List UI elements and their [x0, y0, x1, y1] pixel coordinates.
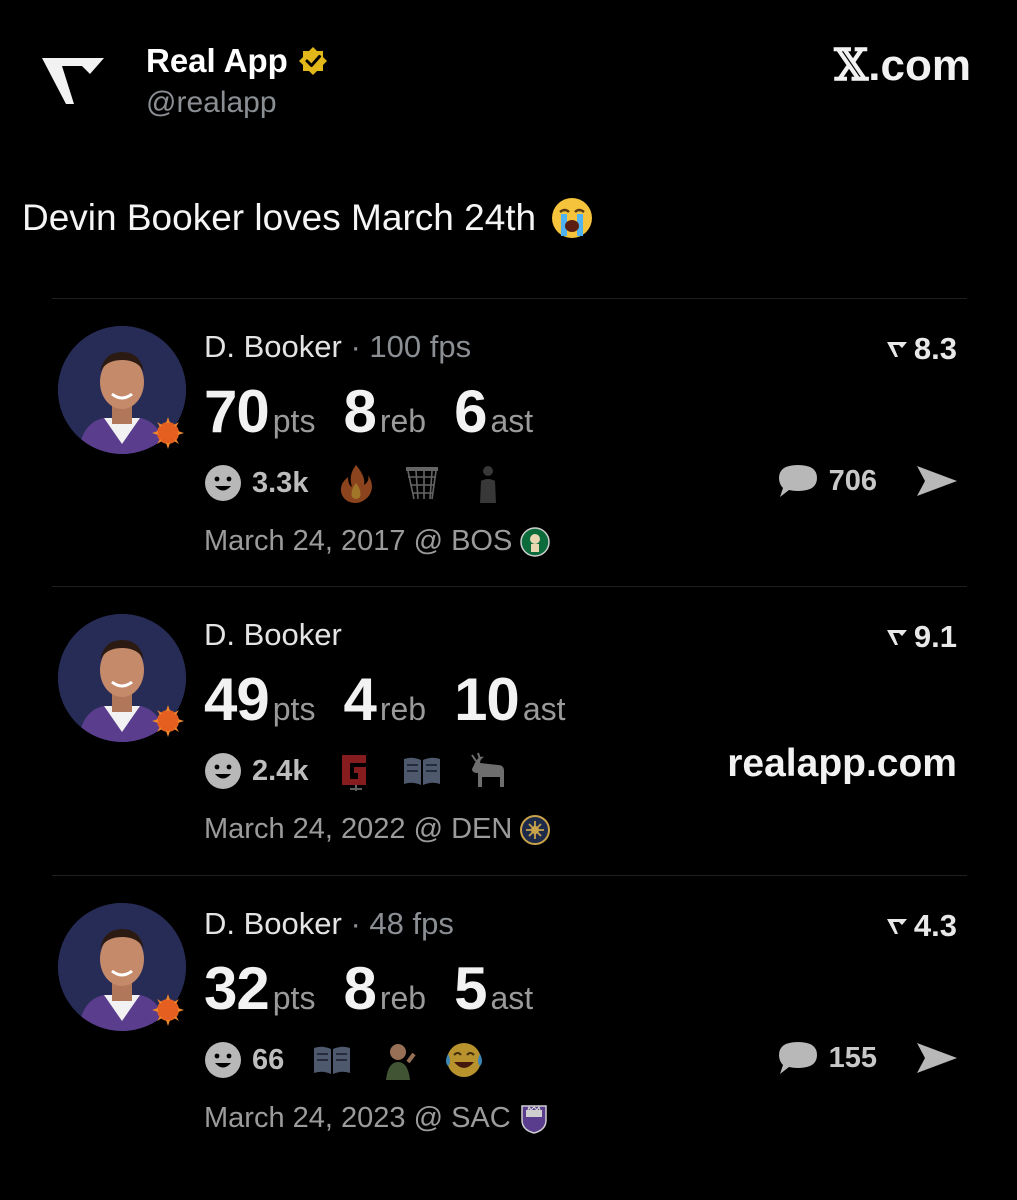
assists-label: ast	[490, 403, 534, 439]
player-line: D. Booker	[204, 617, 342, 653]
realapp-link[interactable]: realapp.com	[727, 742, 957, 786]
rating-badge: 4.3	[886, 908, 957, 944]
game-date-line: March 24, 2017 @ BOS	[204, 525, 551, 558]
comment-bubble-icon[interactable]	[777, 1040, 819, 1076]
reactions-row[interactable]: 66	[204, 1040, 510, 1080]
fps-count: 48 fps	[369, 906, 454, 941]
comments-row[interactable]: 706	[777, 463, 959, 499]
real-logo-small-icon	[886, 919, 907, 934]
player-name[interactable]: D. Booker	[204, 906, 342, 941]
tweet-text: Devin Booker loves March 24th	[22, 196, 594, 240]
reactions-row[interactable]: 2.4k	[204, 751, 534, 791]
game-card-2022[interactable]: D. Booker 9.1 49 pts 4 reb 10 ast 2.4k real…	[52, 586, 967, 873]
reaction-count: 3.3k	[252, 466, 309, 499]
smiley-reaction-icon[interactable]	[204, 464, 242, 502]
reaction-count: 66	[252, 1043, 285, 1076]
book-icon[interactable]	[402, 751, 442, 791]
suns-badge-icon	[152, 417, 184, 449]
player-name[interactable]: D. Booker	[204, 617, 342, 652]
goat-icon[interactable]	[468, 751, 508, 791]
x-com-text: .com	[868, 40, 971, 90]
suns-badge-icon	[152, 994, 184, 1026]
separator: ·	[341, 906, 370, 941]
points-value: 70	[204, 378, 270, 445]
comment-count: 706	[828, 464, 877, 497]
rebounds-value: 8	[343, 378, 376, 445]
rating-value: 4.3	[913, 908, 957, 943]
celtics-logo-icon	[520, 526, 551, 557]
tears-of-joy-icon[interactable]	[444, 1040, 484, 1080]
separator: ·	[341, 329, 370, 364]
smiley-reaction-icon[interactable]	[204, 752, 242, 790]
person-icon[interactable]	[468, 463, 508, 503]
assists-label: ast	[522, 691, 566, 727]
rebounds-label: reb	[379, 691, 427, 727]
real-logo-small-icon	[886, 630, 907, 645]
tweet-text-body: Devin Booker loves March 24th	[22, 197, 537, 238]
book-icon[interactable]	[312, 1040, 352, 1080]
fps-count: 100 fps	[369, 329, 472, 364]
points-label: pts	[272, 691, 316, 727]
comment-count: 155	[828, 1041, 877, 1074]
nuggets-logo-icon	[520, 814, 551, 845]
points-value: 32	[204, 955, 270, 1022]
rebounds-value: 4	[343, 666, 376, 733]
real-logo-small-icon	[886, 342, 907, 357]
points-label: pts	[272, 980, 316, 1016]
rating-badge: 9.1	[886, 619, 957, 655]
x-logo: 𝕏	[834, 40, 869, 91]
reactions-row[interactable]: 3.3k	[204, 463, 534, 503]
rebounds-label: reb	[379, 403, 427, 439]
rebounds-value: 8	[343, 955, 376, 1022]
game-date: March 24, 2022 @ DEN	[204, 813, 513, 845]
reaction-count: 2.4k	[252, 754, 309, 787]
game-card-2017[interactable]: D. Booker · 100 fps 8.3 70 pts 8 reb 6 ast …	[52, 298, 967, 585]
letter-g-icon[interactable]	[336, 751, 376, 791]
points-label: pts	[272, 403, 316, 439]
basketball-net-icon[interactable]	[402, 463, 442, 503]
suns-badge-icon	[152, 705, 184, 737]
game-date-line: March 24, 2022 @ DEN	[204, 813, 551, 846]
stat-line: 49 pts 4 reb 10 ast	[204, 665, 594, 734]
comment-bubble-icon[interactable]	[777, 463, 819, 499]
tweet-header: Real App @realapp 𝕏 .com	[0, 0, 1017, 150]
player-line: D. Booker · 100 fps	[204, 329, 471, 365]
real-app-logo-icon[interactable]	[40, 52, 106, 110]
rating-value: 8.3	[913, 331, 957, 366]
assists-value: 6	[454, 378, 487, 445]
game-card-2023[interactable]: D. Booker · 48 fps 4.3 32 pts 8 reb 5 ast 6…	[52, 875, 967, 1162]
rebounds-label: reb	[379, 980, 427, 1016]
send-icon[interactable]	[915, 1041, 959, 1075]
verified-badge-icon	[298, 47, 327, 75]
player-line: D. Booker · 48 fps	[204, 906, 454, 942]
account-name-row[interactable]: Real App	[146, 42, 328, 80]
rating-value: 9.1	[913, 619, 957, 654]
game-date-line: March 24, 2023 @ SAC	[204, 1102, 549, 1135]
send-icon[interactable]	[915, 464, 959, 498]
assists-value: 10	[454, 666, 520, 733]
game-date: March 24, 2017 @ BOS	[204, 525, 513, 557]
x-com-watermark: 𝕏 .com	[834, 40, 971, 91]
game-date: March 24, 2023 @ SAC	[204, 1102, 511, 1134]
account-handle[interactable]: @realapp	[146, 86, 277, 120]
stat-line: 70 pts 8 reb 6 ast	[204, 377, 561, 446]
stat-line: 32 pts 8 reb 5 ast	[204, 954, 561, 1023]
comments-row[interactable]: 155	[777, 1040, 959, 1076]
assists-value: 5	[454, 955, 487, 1022]
baby-icon[interactable]	[378, 1040, 418, 1080]
rating-badge: 8.3	[886, 331, 957, 367]
loudly-crying-face-icon	[552, 198, 593, 238]
account-name[interactable]: Real App	[146, 42, 288, 80]
assists-label: ast	[490, 980, 534, 1016]
fire-icon[interactable]	[336, 463, 376, 503]
points-value: 49	[204, 666, 270, 733]
kings-logo-icon	[520, 1104, 547, 1134]
player-name[interactable]: D. Booker	[204, 329, 342, 364]
smiley-reaction-icon[interactable]	[204, 1041, 242, 1079]
